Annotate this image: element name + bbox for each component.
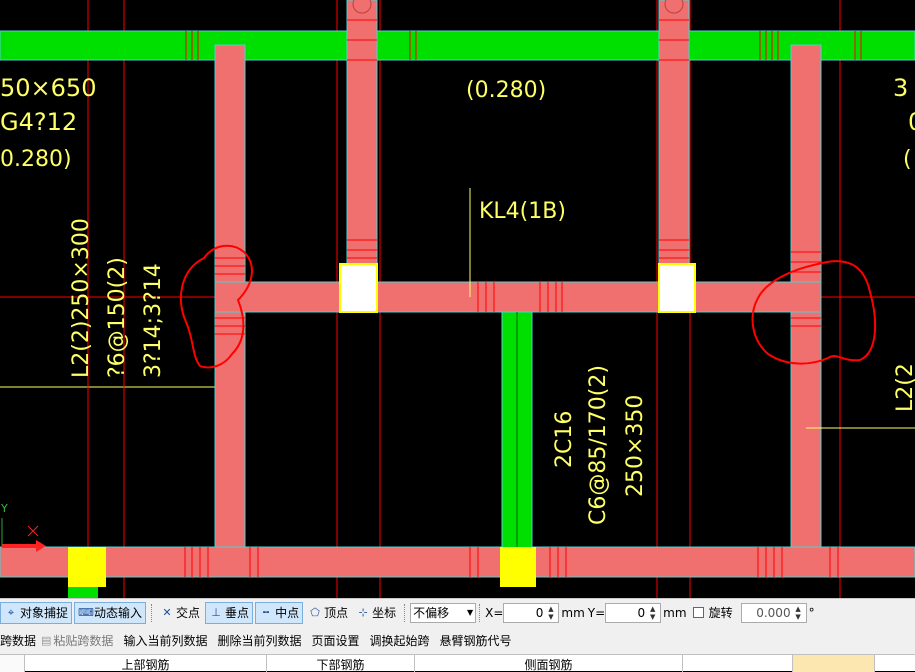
rotate-label: 旋转 [708, 606, 733, 620]
snap-toolbar: ⌖ 对象捕捉 ⌨ 动态输入 ✕ 交点 ⊥ 垂点 ╍ 中点 ⬠ 顶点 ⊹ 坐标 不… [0, 598, 915, 626]
spin-arrows-icon[interactable]: ▲ ▼ [794, 605, 803, 621]
beam-coef-label: ( [903, 147, 912, 172]
x-label: X= [485, 605, 504, 620]
table-header-bottom-rebar[interactable]: 下部钢筋 [267, 655, 415, 672]
table-header-side-rebar[interactable]: 侧面钢筋 [415, 655, 683, 672]
y-offset-input[interactable]: 0 ▲ ▼ [605, 602, 662, 623]
beam-size-label: 50×650 [0, 74, 96, 102]
column-white [658, 263, 696, 313]
offset-mode-value: 不偏移 [413, 606, 450, 620]
column-yellow [68, 547, 106, 587]
menu-item-page-setup[interactable]: 页面设置 [306, 632, 364, 649]
column-yellow [500, 547, 536, 587]
object-snap-icon: ⌖ [7, 605, 15, 619]
y-unit-label: mm [663, 605, 687, 620]
beam-coef-label: 0.280) [0, 147, 72, 172]
beam-rebar-label: G4?12 [0, 108, 77, 136]
menu-item-cantilever-code[interactable]: 悬臂钢筋代号 [435, 632, 517, 649]
paste-icon: ▤ [41, 633, 52, 647]
pink-beams [0, 0, 915, 578]
menu-item-delete-column-data[interactable]: 删除当前列数据 [212, 632, 306, 649]
axis-bubble [352, 0, 372, 14]
cad-drawing-canvas[interactable]: 50×650 G4?12 0.280) (0.280) 3 0 ( KL4(1B… [0, 0, 915, 598]
spin-arrows-icon[interactable]: ▲ ▼ [546, 605, 555, 621]
beam-rebar-label: 2C16 [552, 411, 577, 468]
menu-item-input-column-data[interactable]: 输入当前列数据 [118, 632, 212, 649]
object-snap-button[interactable]: ⌖ 对象捕捉 [0, 601, 73, 624]
toolbar-separator [479, 603, 482, 622]
table-header-cell [0, 655, 25, 672]
coordinate-label: 坐标 [372, 606, 397, 620]
svg-text:Y: Y [0, 502, 8, 515]
beam-size-label: 3 [893, 74, 908, 102]
menu-item-paste-span-data[interactable]: 粘贴跨数据 [51, 632, 118, 649]
intersection-snap-button[interactable]: ✕ 交点 [157, 602, 203, 624]
beam-rebar-label: 3?14;3?14 [141, 263, 166, 378]
dropdown-arrow-icon: ▼ [466, 608, 474, 617]
table-header-top-rebar[interactable]: 上部钢筋 [25, 655, 267, 672]
rotate-checkbox[interactable] [692, 607, 704, 618]
column-white [339, 263, 378, 313]
midpoint-snap-button[interactable]: ╍ 中点 [255, 601, 304, 624]
dynamic-input-icon: ⌨ [78, 605, 94, 619]
perpendicular-label: 垂点 [225, 606, 250, 620]
degree-label: ° [808, 605, 815, 620]
vertex-icon: ⬠ [310, 605, 320, 619]
offset-mode-select[interactable]: 不偏移 ▼ [410, 602, 477, 623]
toolbar-separator [151, 603, 154, 622]
beam-name-label: L2(2 [893, 363, 915, 412]
ucs-icon: Y [0, 502, 46, 552]
x-unit-label: mm [561, 605, 585, 620]
perpendicular-snap-button[interactable]: ⊥ 垂点 [205, 601, 254, 624]
beam-coef-label: (0.280) [466, 78, 546, 103]
toolbar-separator [404, 603, 407, 622]
menu-item-span-data[interactable]: 跨数据 [0, 632, 41, 649]
table-header-cell[interactable] [683, 655, 793, 672]
rotate-angle-input[interactable]: 0.000 ▲ ▼ [740, 602, 807, 623]
beam-stirrup-label: C6@85/170(2) [586, 365, 611, 525]
rebar-table-header: 上部钢筋 下部钢筋 侧面钢筋 [0, 654, 915, 672]
y-offset-value: 0 [637, 605, 646, 620]
object-snap-label: 对象捕捉 [20, 606, 69, 620]
rotate-angle-value: 0.000 [756, 605, 791, 620]
intersection-icon: ✕ [162, 605, 172, 619]
coordinate-snap-button[interactable]: ⊹ 坐标 [353, 602, 399, 624]
vertex-snap-button[interactable]: ⬠ 顶点 [305, 602, 351, 624]
x-offset-value: 0 [535, 605, 544, 620]
table-header-cell-highlight[interactable] [793, 655, 875, 672]
beam-name-label: L2(2)250×300 [69, 218, 94, 378]
dynamic-input-button[interactable]: ⌨ 动态输入 [74, 601, 147, 624]
beam-stirrup-label: ?6@150(2) [105, 257, 130, 378]
spin-arrows-icon[interactable]: ▲ ▼ [648, 605, 657, 621]
cad-drawing[interactable]: 50×650 G4?12 0.280) (0.280) 3 0 ( KL4(1B… [0, 0, 915, 598]
span-data-toolbar: 跨数据 ▤ 粘贴跨数据 输入当前列数据 删除当前列数据 页面设置 调换起始跨 悬… [0, 626, 915, 654]
y-label: Y= [587, 605, 606, 620]
beam-name-label: KL4(1B) [479, 199, 566, 224]
x-offset-input[interactable]: 0 ▲ ▼ [503, 602, 560, 623]
midpoint-label: 中点 [275, 606, 300, 620]
midpoint-icon: ╍ [262, 605, 270, 619]
dynamic-input-label: 动态输入 [94, 606, 143, 620]
perpendicular-icon: ⊥ [211, 605, 221, 619]
vertex-label: 顶点 [324, 606, 349, 620]
beam-size-label: 250×350 [623, 395, 648, 497]
beam-rebar-label: 0 [908, 108, 915, 136]
axis-bubble [664, 0, 684, 14]
menu-item-swap-start-span[interactable]: 调换起始跨 [364, 632, 434, 649]
table-header-cell[interactable] [875, 655, 915, 672]
intersection-label: 交点 [176, 606, 201, 620]
coordinate-icon: ⊹ [358, 605, 368, 619]
